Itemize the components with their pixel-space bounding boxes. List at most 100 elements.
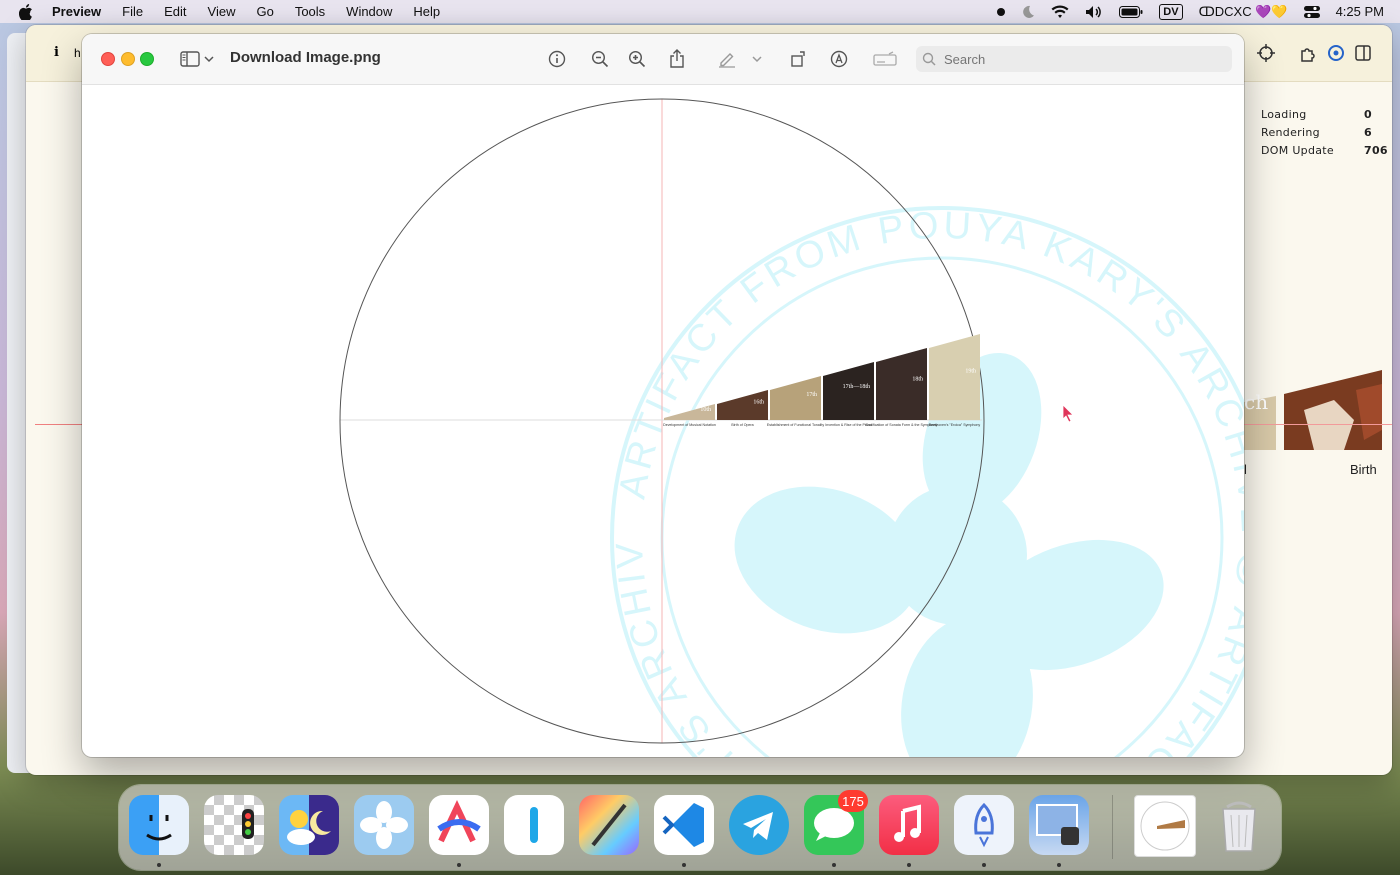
timeline-segment-caption: Codification of Sonata Form & the Sympho… <box>866 423 938 427</box>
background-birth-label: Birth <box>1350 462 1377 477</box>
dock-telegram[interactable] <box>729 795 789 855</box>
document-icon <box>1140 801 1190 851</box>
timeline-segment-image <box>929 334 980 420</box>
music-icon <box>894 804 921 842</box>
pixelmator-icon <box>591 803 627 847</box>
pinwheel-app-icon <box>360 801 408 849</box>
moon-icon[interactable] <box>1021 0 1035 23</box>
dock-weather-night[interactable] <box>279 795 339 855</box>
dock-pixelmator[interactable] <box>579 795 639 855</box>
arc-app-icon <box>437 799 481 843</box>
dock-music[interactable] <box>879 795 939 855</box>
dock-vscode[interactable] <box>654 795 714 855</box>
background-toolbar-text: h <box>74 46 81 60</box>
mouse-cursor <box>1062 404 1074 422</box>
dock-text-app[interactable] <box>504 795 564 855</box>
dock-arc-app[interactable] <box>429 795 489 855</box>
weather-night-icon <box>287 810 331 845</box>
info-icon[interactable] <box>546 48 568 70</box>
menu-window[interactable]: Window <box>346 4 392 19</box>
perf-loading-value: 0 <box>1364 107 1372 121</box>
menu-file[interactable]: File <box>122 4 143 19</box>
puzzle-icon[interactable] <box>1299 43 1319 63</box>
display-badge-label: DV <box>1159 3 1183 20</box>
extension-icon[interactable] <box>1326 43 1346 63</box>
dock-separator <box>1112 795 1113 859</box>
perf-rendering-label: Rendering <box>1261 125 1320 139</box>
trash-icon <box>1222 801 1256 852</box>
dock <box>119 785 1281 870</box>
menu-app-name[interactable]: Preview <box>52 4 101 19</box>
sidebar-toggle-icon[interactable] <box>1353 43 1373 63</box>
markup-chevron-icon[interactable] <box>750 48 764 70</box>
timeline-segment-century: 19th <box>965 369 976 375</box>
perf-dom-value: 706 <box>1364 143 1388 157</box>
menu-go[interactable]: Go <box>256 4 273 19</box>
timeline-segment-image <box>770 376 821 420</box>
search-icon <box>922 52 938 66</box>
menu-tools[interactable]: Tools <box>295 4 325 19</box>
apple-menu-icon[interactable] <box>18 3 34 20</box>
background-photo-label: ch <box>1244 390 1269 414</box>
share-icon[interactable] <box>666 48 688 70</box>
rotate-icon[interactable] <box>788 48 810 70</box>
display-badge[interactable]: DV <box>1159 0 1183 23</box>
timeline-segment-image <box>823 362 874 420</box>
messages-badge: 175 <box>838 790 868 812</box>
perf-dom-label: DOM Update <box>1261 143 1334 157</box>
markup-pen-icon[interactable] <box>716 48 738 70</box>
checker-app-icon <box>242 809 254 839</box>
menu-edit[interactable]: Edit <box>164 4 186 19</box>
chevron-down-icon[interactable] <box>202 48 216 70</box>
battery-icon[interactable] <box>1119 0 1143 23</box>
timeline-segment-century: 17th <box>806 392 817 398</box>
wifi-icon[interactable] <box>1051 0 1069 23</box>
preview-window: Download Image.png ARTIFACT FROM POUYA K… <box>82 34 1244 757</box>
document-title: Download Image.png <box>230 49 381 66</box>
record-dot-icon[interactable] <box>997 0 1006 23</box>
search-field[interactable] <box>916 46 1232 72</box>
menu-help[interactable]: Help <box>413 4 440 19</box>
text-app-icon <box>530 807 538 843</box>
performance-panel: Loading 0 Rendering 6 DOM Update 706 <box>1261 105 1388 159</box>
telegram-icon <box>743 812 773 840</box>
markup-a-icon[interactable] <box>828 48 850 70</box>
zoom-button[interactable] <box>140 52 154 66</box>
background-partial-label: l <box>1244 462 1247 477</box>
perf-rendering-value: 6 <box>1364 125 1372 139</box>
crosshair-icon[interactable] <box>1256 43 1276 63</box>
timeline-segment-image <box>876 348 927 420</box>
timeline-segment-caption: Establishment of Functional Tonality <box>767 423 824 427</box>
background-toolbar-info[interactable]: i <box>54 45 59 60</box>
close-button[interactable] <box>101 52 115 66</box>
dock-finder[interactable] <box>129 795 189 855</box>
control-center-icon[interactable] <box>1303 0 1320 23</box>
dock-pinwheel-app[interactable] <box>354 795 414 855</box>
zoom-in-icon[interactable] <box>626 48 648 70</box>
background-red-line <box>1244 424 1392 425</box>
form-fill-icon[interactable] <box>872 48 898 70</box>
dock-preview-app[interactable] <box>1029 795 1089 855</box>
volume-icon[interactable] <box>1085 0 1103 23</box>
timeline-segment-century: 17th—18th <box>843 384 870 390</box>
menu-bar: Preview File Edit View Go Tools Window H… <box>0 0 1400 23</box>
timeline-segment-century: 10th <box>700 407 711 413</box>
timeline-segment-caption: Birth of Opera <box>731 423 753 427</box>
dock-document[interactable] <box>1134 795 1196 857</box>
background-red-line-left <box>35 424 82 425</box>
user-label[interactable]: ↀDCXC 💜💛 <box>1199 0 1288 23</box>
search-input[interactable] <box>942 50 1216 68</box>
timeline-segment-caption: Development of Musical Notation <box>663 423 716 427</box>
dock-trash[interactable] <box>1209 795 1269 855</box>
timeline-segment-century: 16th <box>753 400 764 406</box>
finder-icon <box>146 815 172 841</box>
minimize-button[interactable] <box>121 52 135 66</box>
rocket-app-icon <box>974 802 994 848</box>
zoom-out-icon[interactable] <box>589 48 611 70</box>
menu-view[interactable]: View <box>208 4 236 19</box>
timeline-segment-century: 18th <box>912 376 923 382</box>
dock-rocket-app[interactable] <box>954 795 1014 855</box>
dock-checker-app[interactable] <box>204 795 264 855</box>
clock[interactable]: 4:25 PM <box>1336 0 1384 23</box>
sidebar-icon[interactable] <box>178 48 202 70</box>
